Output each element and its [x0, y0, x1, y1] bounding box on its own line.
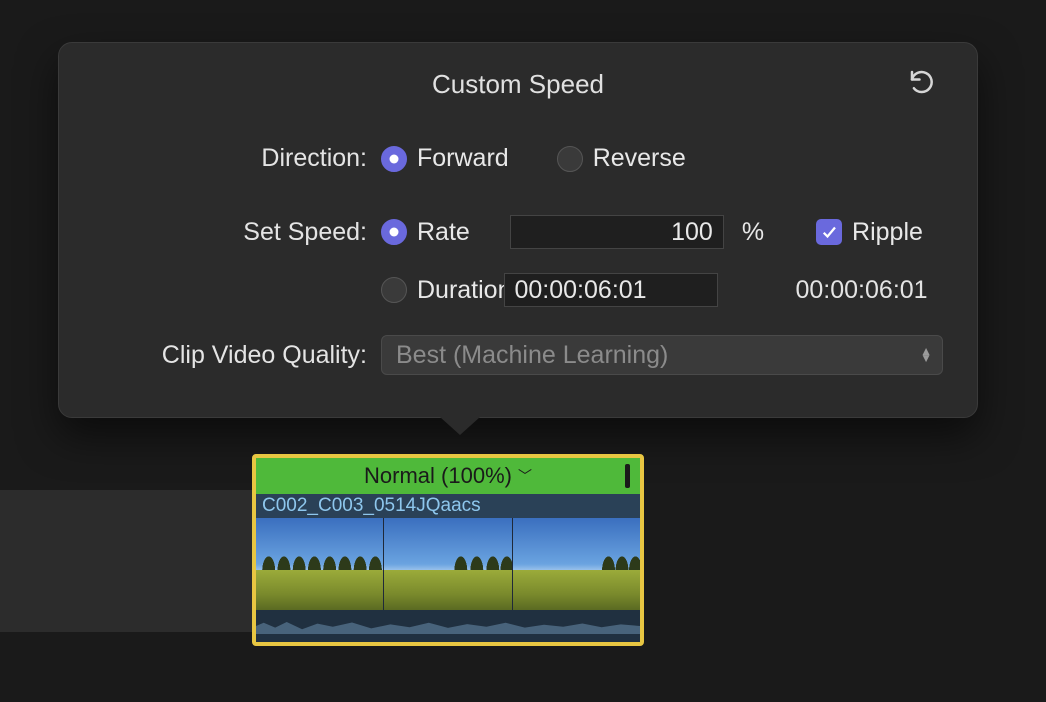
radio-label: Forward — [417, 144, 509, 173]
popover-title: Custom Speed — [432, 69, 604, 100]
radio-dot-icon — [381, 277, 407, 303]
speed-handle[interactable] — [625, 464, 630, 488]
timeline-clip[interactable]: Normal (100%) ﹀ C002_C003_0514JQaacs — [252, 454, 644, 646]
radio-dot-icon — [381, 146, 407, 172]
direction-label: Direction: — [93, 144, 381, 173]
direction-row: Direction: Forward Reverse — [93, 144, 943, 173]
direction-reverse-radio[interactable]: Reverse — [557, 144, 686, 173]
speed-badge-label: Normal (100%) — [364, 463, 512, 489]
duration-row: Duration 00:00:06:01 — [93, 273, 943, 307]
radio-label: Duration — [417, 276, 512, 305]
duration-readout: 00:00:06:01 — [796, 276, 928, 305]
clip-quality-row: Clip Video Quality: Best (Machine Learni… — [93, 335, 943, 375]
ripple-label: Ripple — [852, 218, 923, 247]
chevron-down-icon: ﹀ — [518, 466, 532, 486]
clip-audio-waveform — [256, 610, 640, 642]
set-speed-label: Set Speed: — [93, 218, 381, 247]
stepper-icon: ▲▼ — [920, 348, 932, 362]
clip-name-label: C002_C003_0514JQaacs — [256, 494, 640, 518]
direction-forward-radio[interactable]: Forward — [381, 144, 509, 173]
clip-thumb — [513, 518, 640, 610]
popover-header: Custom Speed — [93, 69, 943, 100]
set-speed-row: Set Speed: Rate % Ripple — [93, 215, 943, 249]
custom-speed-popover: Custom Speed Direction: Forward Reverse — [58, 42, 978, 418]
clip-thumb — [256, 518, 384, 610]
clip-thumbnails — [256, 518, 640, 610]
timeline-track[interactable] — [0, 490, 252, 632]
duration-input[interactable] — [504, 273, 718, 307]
clip-thumb — [384, 518, 512, 610]
ripple-checkbox[interactable]: Ripple — [816, 218, 923, 247]
clip-quality-select[interactable]: Best (Machine Learning) ▲▼ — [381, 335, 943, 375]
clip-speed-bar[interactable]: Normal (100%) ﹀ — [256, 458, 640, 494]
rate-input[interactable] — [510, 215, 724, 249]
rate-unit: % — [742, 218, 764, 247]
clip-quality-label: Clip Video Quality: — [93, 341, 381, 370]
checkmark-icon — [816, 219, 842, 245]
radio-dot-icon — [381, 219, 407, 245]
reset-button[interactable] — [905, 67, 939, 101]
speed-rate-radio[interactable]: Rate — [381, 218, 470, 247]
radio-dot-icon — [557, 146, 583, 172]
select-value: Best (Machine Learning) — [396, 341, 668, 370]
undo-arrow-icon — [907, 67, 937, 102]
radio-label: Rate — [417, 218, 470, 247]
radio-label: Reverse — [593, 144, 686, 173]
speed-duration-radio[interactable]: Duration — [381, 276, 512, 305]
